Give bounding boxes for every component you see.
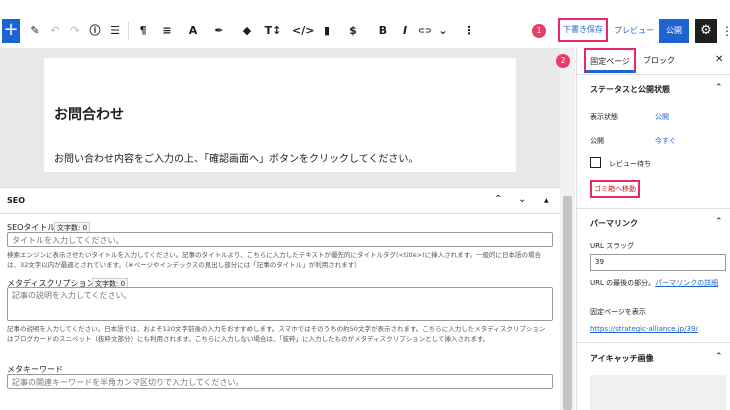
move-to-trash-button[interactable]: ゴミ箱へ移動 — [590, 180, 640, 198]
permalink-details-link[interactable]: パーマリンクの詳細 — [655, 279, 718, 287]
divider — [0, 213, 560, 214]
edit-tool-icon[interactable]: ✎ — [26, 19, 44, 43]
seo-title-input[interactable]: タイトルを入力してください。 — [7, 232, 553, 247]
pending-review-label: レビュー待ち — [609, 160, 651, 168]
font-icon[interactable]: A — [184, 19, 202, 43]
bold-icon[interactable]: B — [374, 19, 392, 43]
publish-label: 公開 — [590, 137, 604, 145]
publish-button[interactable]: 公開 — [659, 19, 689, 43]
page-content: お問合わせ お問い合わせ内容をご入力の上、「確認画面へ」ボタンをクリックしてくだ… — [44, 58, 516, 172]
seo-heading: SEO — [7, 196, 26, 205]
dollar-icon[interactable]: $ — [344, 19, 362, 43]
move-down-icon[interactable]: ⌄ — [518, 194, 526, 205]
slug-input[interactable]: 39 — [590, 254, 726, 271]
align-icon[interactable]: ≡ — [158, 19, 176, 43]
tag-icon[interactable]: ◆ — [238, 19, 256, 43]
info-icon[interactable]: ⓘ — [86, 19, 104, 43]
options-menu-icon[interactable]: ⋮ — [721, 19, 730, 43]
pending-review-checkbox[interactable] — [590, 157, 601, 168]
page-title[interactable]: お問合わせ — [54, 104, 124, 124]
code-icon[interactable]: </> — [292, 19, 314, 43]
text-size-icon[interactable]: T↕ — [264, 19, 282, 43]
publish-value[interactable]: 今すぐ — [655, 136, 676, 146]
undo-icon[interactable]: ↶ — [46, 19, 64, 43]
featured-image-placeholder[interactable] — [590, 375, 726, 410]
slug-help-text: URL の最後の部分。 — [590, 279, 656, 287]
page-url-link[interactable]: https://strategic-alliance.jp/39/ — [590, 325, 698, 333]
chevron-up-icon[interactable]: ⌃ — [715, 83, 723, 93]
view-page-label: 固定ページを表示 — [590, 308, 646, 316]
preview-button[interactable]: プレビュー — [614, 19, 654, 43]
annotation-badge-2: 2 — [556, 54, 570, 68]
toolbar-divider — [128, 22, 129, 40]
tab-page[interactable]: 固定ページ — [584, 48, 636, 73]
annotation-badge-1: 1 — [532, 24, 546, 38]
scrollbar-thumb[interactable] — [563, 196, 572, 410]
visibility-label: 表示状態 — [590, 113, 618, 121]
seo-metabox: SEO ⌃ ⌄ ▲ SEOタイトル 文字数: 0 タイトルを入力してください。 … — [0, 187, 560, 410]
toggle-panel-icon[interactable]: ▲ — [544, 197, 549, 204]
main-scrollbar[interactable] — [560, 48, 575, 410]
add-block-button[interactable]: + — [2, 19, 20, 43]
move-up-icon[interactable]: ⌃ — [494, 194, 502, 205]
seo-title-help: 検索エンジンに表示させたいタイトルを入力してください。記事のタイトルより、こちら… — [7, 251, 542, 269]
document-icon[interactable]: ▮ — [318, 19, 336, 43]
redo-icon[interactable]: ↷ — [66, 19, 84, 43]
slug-label: URL スラッグ — [590, 242, 635, 250]
settings-gear-icon[interactable]: ⚙ — [695, 19, 717, 43]
link-icon[interactable]: ⊂⊃ — [416, 19, 434, 43]
meta-keywords-input[interactable]: 記事の関連キーワードを半角カンマ区切りで入力してください。 — [7, 374, 553, 389]
page-paragraph[interactable]: お問い合わせ内容をご入力の上、「確認画面へ」ボタンをクリックしてください。 — [54, 150, 418, 165]
divider — [577, 342, 730, 343]
more-options-icon[interactable]: ⋮ — [460, 19, 478, 43]
list-view-icon[interactable]: ☰ — [106, 19, 124, 43]
chevron-up-icon[interactable]: ⌃ — [715, 217, 723, 227]
tab-block[interactable]: ブロック — [643, 48, 675, 73]
settings-sidebar: 固定ページ ブロック ✕ ステータスと公開状態 ⌃ 表示状態 公開 公開 今すぐ… — [576, 48, 730, 410]
paragraph-icon[interactable]: ¶ — [134, 19, 152, 43]
editor-root: + ✎ ↶ ↷ ⓘ ☰ ¶ ≡ A ✒ ◆ T↕ </> ▮ $ B I ⊂⊃ … — [0, 0, 730, 410]
chevron-down-icon[interactable]: ⌄ — [434, 19, 452, 43]
meta-description-input[interactable]: 記事の説明を入力してください。 — [7, 287, 553, 321]
slug-help: URL の最後の部分。パーマリンクの詳細 — [590, 278, 718, 288]
meta-description-help: 記事の説明を入力してください。日本語では、およそ120文字前後の入力をおすすめし… — [7, 325, 546, 343]
divider — [577, 74, 730, 75]
chevron-up-icon[interactable]: ⌃ — [715, 352, 723, 362]
save-draft-button[interactable]: 下書き保存 — [558, 18, 608, 42]
divider — [577, 208, 730, 209]
close-icon[interactable]: ✕ — [715, 54, 723, 65]
italic-icon[interactable]: I — [396, 19, 414, 43]
highlighter-icon[interactable]: ✒ — [210, 19, 228, 43]
featured-image-section-title[interactable]: アイキャッチ画像 — [590, 353, 654, 364]
status-section-title[interactable]: ステータスと公開状態 — [590, 84, 670, 95]
permalink-section-title[interactable]: パーマリンク — [590, 218, 638, 229]
visibility-value[interactable]: 公開 — [655, 112, 669, 122]
